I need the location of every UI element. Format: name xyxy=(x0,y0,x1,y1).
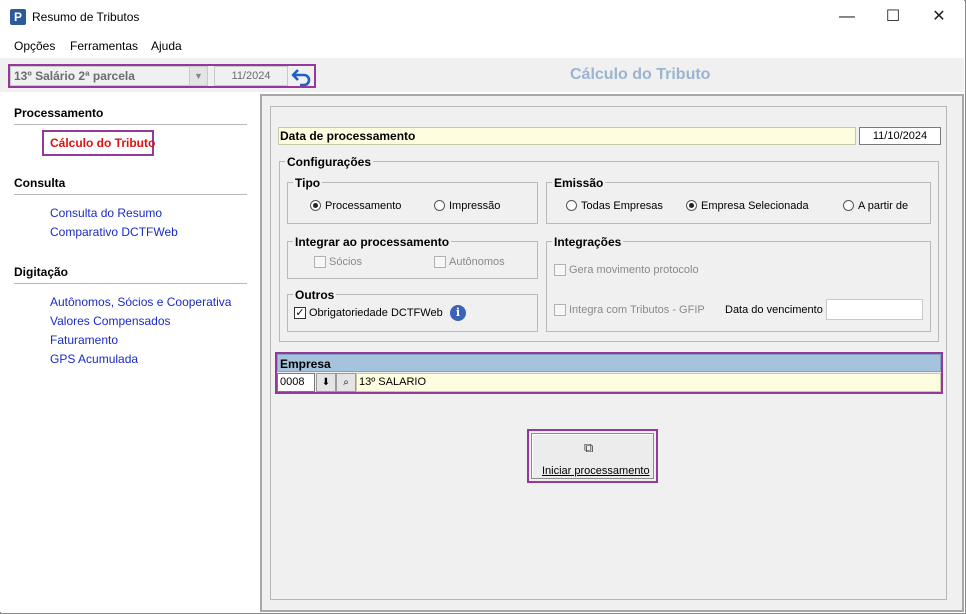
radio-impressao[interactable] xyxy=(434,200,445,211)
radio-a-partir-de-label: A partir de xyxy=(858,200,909,212)
processing-date-input[interactable]: 11/10/2024 xyxy=(859,127,941,145)
sidebar-item-autonomos-socios[interactable]: Autônomos, Sócios e Cooperativa xyxy=(50,295,231,309)
maximize-button[interactable]: ☐ xyxy=(870,0,916,34)
close-button[interactable]: ✕ xyxy=(916,0,962,34)
radio-todas-empresas[interactable] xyxy=(566,200,577,211)
app-logo-icon: P xyxy=(10,9,26,25)
divider xyxy=(14,283,247,284)
minimize-button[interactable]: — xyxy=(824,0,870,34)
sidebar-item-comparativo-dctfweb[interactable]: Comparativo DCTFWeb xyxy=(50,225,178,239)
sidebar-item-valores-compensados[interactable]: Valores Compensados xyxy=(50,314,171,328)
menu-ferramentas[interactable]: Ferramentas xyxy=(70,39,138,53)
due-date-label: Data do vencimento xyxy=(725,304,823,316)
sidebar-item-consulta-do-resumo[interactable]: Consulta do Resumo xyxy=(50,206,162,220)
radio-todas-empresas-label: Todas Empresas xyxy=(581,200,663,212)
checkbox-socios[interactable] xyxy=(314,256,326,268)
sidebar-item-gps-acumulada[interactable]: GPS Acumulada xyxy=(50,352,138,366)
window-title: Resumo de Tributos xyxy=(32,10,140,24)
integracoes-title: Integrações xyxy=(552,235,624,249)
radio-a-partir-de[interactable] xyxy=(843,200,854,211)
checkbox-dctfweb-label: Obrigatoriedade DCTFWeb xyxy=(309,307,443,319)
checkbox-autonomos-label: Autônomos xyxy=(449,256,505,268)
radio-empresa-selecionada[interactable] xyxy=(686,200,697,211)
menu-ajuda[interactable]: Ajuda xyxy=(151,39,182,53)
title-bar xyxy=(0,0,964,34)
menu-opcoes[interactable]: Opções xyxy=(14,39,55,53)
checkbox-integra-gfip-label: Integra com Tributos - GFIP xyxy=(569,304,705,316)
tipo-title: Tipo xyxy=(293,176,323,190)
radio-processamento[interactable] xyxy=(310,200,321,211)
sidebar-section-consulta: Consulta xyxy=(14,176,66,190)
page-title: Cálculo do Tributo xyxy=(570,66,711,83)
company-code-input[interactable]: 0008 xyxy=(277,373,315,392)
info-icon[interactable]: i xyxy=(450,305,466,321)
company-search-icon[interactable]: ⌕ xyxy=(336,373,356,392)
toolbar-highlight xyxy=(8,64,316,88)
outros-title: Outros xyxy=(293,288,337,302)
copy-icon: ⧉ xyxy=(584,440,594,455)
sidebar-section-processamento: Processamento xyxy=(14,106,104,120)
divider xyxy=(14,194,247,195)
radio-impressao-label: Impressão xyxy=(449,200,501,212)
checkbox-socios-label: Sócios xyxy=(329,256,363,268)
company-name-field: 13º SALARIO xyxy=(356,373,941,392)
integrar-title: Integrar ao processamento xyxy=(293,235,452,249)
checkbox-autonomos[interactable] xyxy=(434,256,446,268)
configuracoes-title: Configurações xyxy=(285,155,374,169)
divider xyxy=(14,124,247,125)
empresa-header-label: Empresa xyxy=(280,357,331,371)
checkbox-dctfweb[interactable]: ✓ xyxy=(294,307,306,319)
empresa-header xyxy=(277,354,941,372)
emissao-title: Emissão xyxy=(552,176,606,190)
due-date-input[interactable] xyxy=(826,299,923,320)
processing-date-label: Data de processamento xyxy=(280,129,416,143)
download-icon[interactable]: ⬇ xyxy=(316,373,336,392)
start-processing-label: Iniciar processamento xyxy=(542,465,650,477)
radio-empresa-selecionada-label: Empresa Selecionada xyxy=(701,200,809,212)
sidebar-item-calculo-do-tributo[interactable]: Cálculo do Tributo xyxy=(50,136,155,150)
checkbox-gera-movimento-label: Gera movimento protocolo xyxy=(569,264,699,276)
sidebar-item-faturamento[interactable]: Faturamento xyxy=(50,333,118,347)
radio-processamento-label: Processamento xyxy=(325,200,402,212)
menu-bar xyxy=(0,34,964,58)
checkbox-integra-gfip[interactable] xyxy=(554,304,566,316)
checkbox-gera-movimento[interactable] xyxy=(554,264,566,276)
sidebar-section-digitacao: Digitação xyxy=(14,265,69,279)
